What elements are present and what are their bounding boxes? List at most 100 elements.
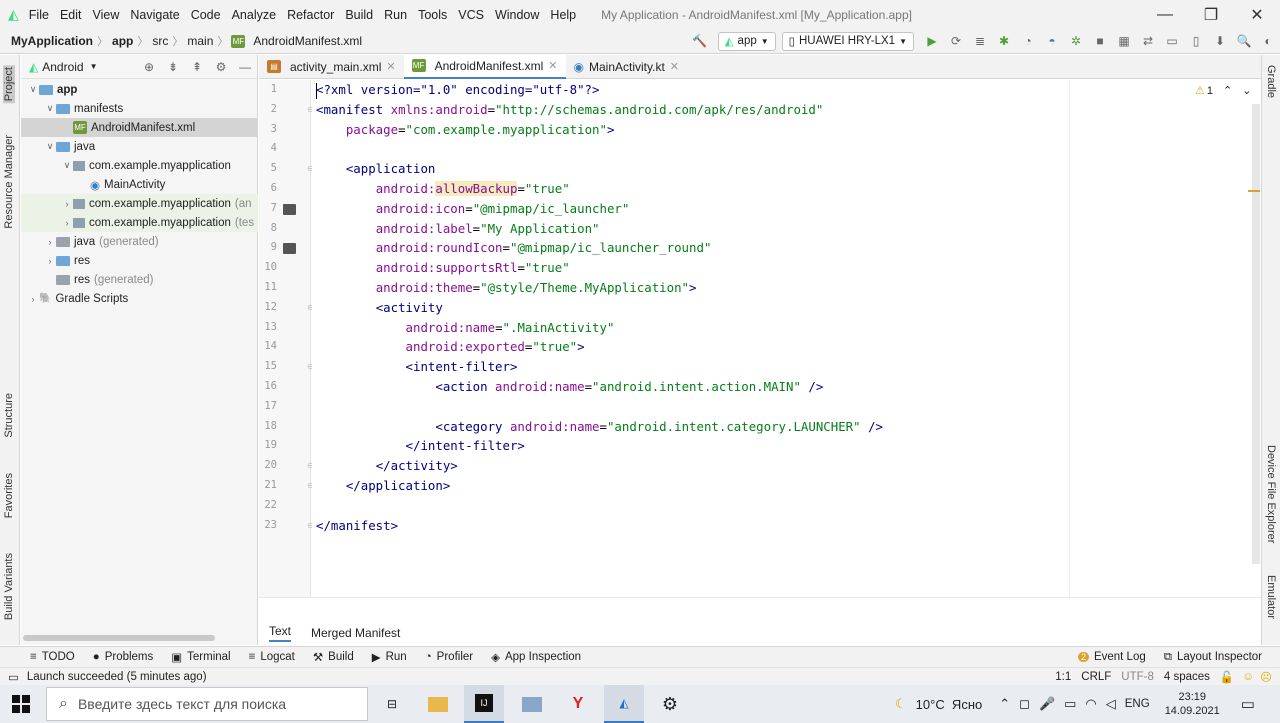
hammer-icon[interactable]: 🔨 — [688, 31, 712, 51]
tab-android-manifest[interactable]: MF AndroidManifest.xml ✕ — [403, 54, 566, 79]
expand-all-icon[interactable]: ⇟ — [161, 57, 185, 77]
line-number[interactable]: 11 — [259, 281, 277, 293]
project-structure-icon[interactable]: ▦ — [1112, 31, 1136, 51]
task-view-icon[interactable]: ⊟ — [372, 685, 412, 723]
chevron-right-icon[interactable]: › — [44, 256, 56, 266]
search-icon[interactable]: 🔍 — [1232, 31, 1256, 51]
clock[interactable]: 23:19 14.09.2021 — [1165, 690, 1220, 718]
yandex-browser-icon[interactable]: Y — [558, 685, 598, 723]
gradle-tool-button[interactable]: Gradle — [1265, 65, 1277, 98]
menu-item-window[interactable]: Window — [495, 8, 539, 22]
hide-panel-icon[interactable]: — — [233, 57, 257, 77]
line-number[interactable]: 10 — [259, 261, 277, 273]
breadcrumb-file[interactable]: AndroidManifest.xml — [249, 34, 366, 48]
tree-item[interactable]: › java (generated) — [21, 232, 258, 251]
line-number[interactable]: 9 — [259, 241, 277, 253]
line-number[interactable]: 21 — [259, 479, 277, 491]
tree-item[interactable]: ∨ java — [21, 137, 258, 156]
sync-gradle-icon[interactable]: ⇄ — [1136, 31, 1160, 51]
minimize-button[interactable]: — — [1142, 6, 1188, 24]
feedback-sad-icon[interactable]: ☹ — [1260, 670, 1272, 684]
line-number[interactable]: 16 — [259, 380, 277, 392]
build-variants-tool-button[interactable]: Build Variants — [3, 553, 15, 620]
settings-gear-icon[interactable]: ⚙ — [650, 685, 690, 723]
image-preview-icon[interactable] — [283, 203, 296, 215]
tree-item[interactable]: › 🐘 Gradle Scripts — [21, 289, 258, 308]
menu-item-code[interactable]: Code — [191, 8, 221, 22]
line-number[interactable]: 14 — [259, 340, 277, 352]
menu-item-build[interactable]: Build — [345, 8, 373, 22]
line-number[interactable]: 5 — [259, 162, 277, 174]
line-number[interactable]: 3 — [259, 123, 277, 135]
locate-icon[interactable]: ⊕ — [137, 57, 161, 77]
line-number[interactable]: 19 — [259, 439, 277, 451]
wifi-icon[interactable]: ◠ — [1085, 696, 1096, 712]
menu-item-refactor[interactable]: Refactor — [287, 8, 334, 22]
gear-icon[interactable]: ⚙ — [209, 57, 233, 77]
apply-changes-icon[interactable]: ⟳ — [944, 31, 968, 51]
line-number[interactable]: 18 — [259, 420, 277, 432]
line-number[interactable]: 1 — [259, 83, 277, 95]
apply-code-icon[interactable]: ≣ — [968, 31, 992, 51]
editor-scrollbar[interactable] — [1252, 104, 1260, 564]
microphone-icon[interactable]: 🎤 — [1039, 696, 1055, 712]
line-number[interactable]: 7 — [259, 202, 277, 214]
chevron-up-icon[interactable]: ⌃ — [1223, 84, 1232, 97]
status-message[interactable]: Launch succeeded (5 minutes ago) — [27, 671, 207, 683]
language-indicator[interactable]: ENG — [1125, 698, 1150, 710]
tree-item[interactable]: › com.example.myapplication (an — [21, 194, 258, 213]
tool-window-logcat[interactable]: ≡ Logcat — [249, 651, 295, 663]
run-icon[interactable]: ▶ — [920, 31, 944, 51]
cursor-position[interactable]: 1:1 — [1055, 671, 1071, 683]
project-view-select[interactable]: Android — [42, 60, 83, 74]
tool-window-app-inspection[interactable]: ◈ App Inspection — [491, 650, 581, 664]
image-preview-icon[interactable] — [283, 243, 296, 255]
notification-icon[interactable]: ▭ — [1241, 695, 1255, 713]
project-tool-button[interactable]: Project — [3, 65, 15, 104]
favorites-tool-button[interactable]: Favorites — [3, 473, 15, 518]
debug-icon[interactable]: ✱ — [992, 31, 1016, 51]
device-manager-icon[interactable]: ▭ — [1160, 31, 1184, 51]
tab-activity-main[interactable]: ▤ activity_main.xml ✕ — [259, 55, 404, 79]
maximize-button[interactable]: ❐ — [1188, 5, 1234, 25]
status-window-icon[interactable]: ▭ — [8, 670, 19, 684]
line-number[interactable]: 8 — [259, 222, 277, 234]
profile-icon[interactable]: ◓ — [1040, 31, 1064, 51]
feedback-smile-icon[interactable]: ☺ — [1242, 671, 1254, 683]
menu-item-help[interactable]: Help — [550, 8, 576, 22]
structure-tool-button[interactable]: Structure — [3, 393, 15, 438]
tool-window-problems[interactable]: ● Problems — [93, 651, 154, 663]
file-explorer-icon[interactable] — [418, 685, 458, 723]
line-number[interactable]: 15 — [259, 360, 277, 372]
menu-item-vcs[interactable]: VCS — [458, 8, 484, 22]
volume-icon[interactable]: ◁ — [1106, 696, 1116, 712]
close-icon[interactable]: ✕ — [548, 59, 557, 72]
tool-window-todo[interactable]: ≡ TODO — [30, 651, 75, 663]
settings-icon[interactable]: ◐ — [1256, 31, 1280, 51]
tree-item[interactable]: ∨ app — [21, 80, 258, 99]
tool-window-run[interactable]: ▶ Run — [372, 650, 407, 664]
coverage-icon[interactable]: ◔ — [1016, 31, 1040, 51]
line-number[interactable]: 22 — [259, 499, 277, 511]
avd-manager-icon[interactable]: ▯ — [1184, 31, 1208, 51]
run-config-select[interactable]: ◭ app ▼ — [717, 31, 776, 51]
onedrive-icon[interactable]: ◻ — [1019, 696, 1030, 712]
menu-item-tools[interactable]: Tools — [418, 8, 447, 22]
menu-item-analyze[interactable]: Analyze — [232, 8, 276, 22]
menu-item-navigate[interactable]: Navigate — [130, 8, 179, 22]
network-icon[interactable]: ▭ — [1064, 696, 1076, 712]
collapse-all-icon[interactable]: ⇞ — [185, 57, 209, 77]
chevron-right-icon[interactable]: › — [61, 199, 73, 209]
chevron-down-icon[interactable]: ∨ — [27, 84, 39, 95]
intellij-icon[interactable]: IJ — [464, 685, 504, 723]
tab-text[interactable]: Text — [269, 624, 292, 642]
taskbar-search[interactable]: ⌕ Введите здесь текст для поиска — [46, 687, 368, 721]
chevron-right-icon[interactable]: › — [44, 237, 56, 247]
menu-item-edit[interactable]: Edit — [60, 8, 82, 22]
tab-merged-manifest[interactable]: Merged Manifest — [311, 626, 400, 640]
tree-item[interactable]: MF AndroidManifest.xml — [21, 118, 258, 137]
tree-item[interactable]: › res — [21, 251, 258, 270]
close-icon[interactable]: ✕ — [386, 60, 395, 73]
chevron-down-icon[interactable]: ∨ — [44, 103, 56, 114]
chevron-down-icon[interactable]: ∨ — [44, 141, 56, 152]
